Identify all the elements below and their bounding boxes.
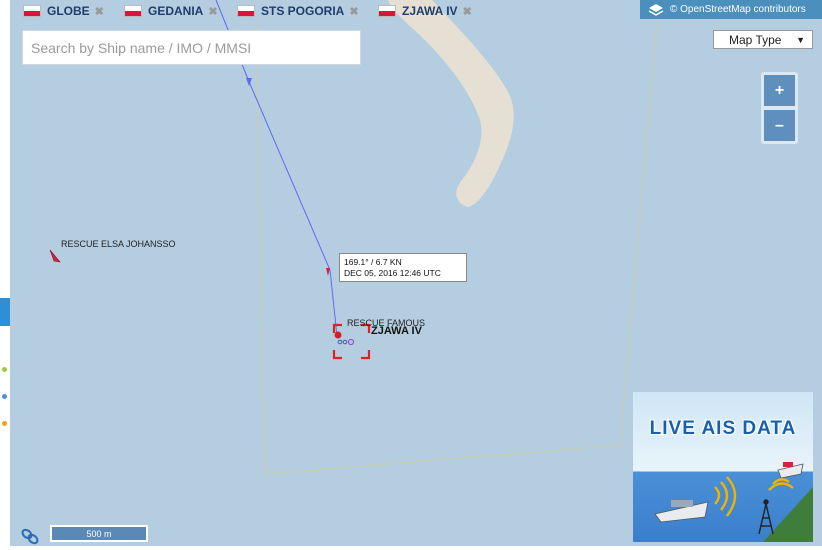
vessel-label-zjawa-iv[interactable]: ZJAWA IV bbox=[371, 325, 422, 337]
tab-label: GLOBE bbox=[47, 4, 90, 18]
track-arrow bbox=[246, 78, 252, 86]
tab-zjawa-iv[interactable]: ZJAWA IV ✖ bbox=[378, 0, 472, 22]
status-dot bbox=[2, 367, 7, 372]
bottom-strip bbox=[0, 546, 822, 550]
status-dot bbox=[2, 394, 7, 399]
poland-flag-icon bbox=[378, 5, 396, 17]
island-land bbox=[388, 0, 514, 207]
status-dot bbox=[2, 421, 7, 426]
tab-label: ZJAWA IV bbox=[402, 4, 458, 18]
tooltip-course-speed: 169.1° / 6.7 KN bbox=[344, 257, 402, 267]
selected-vessel-marker bbox=[334, 331, 342, 339]
tab-sts-pogoria[interactable]: STS POGORIA ✖ bbox=[237, 0, 359, 22]
tab-globe[interactable]: GLOBE ✖ bbox=[23, 0, 104, 22]
advert-illustration bbox=[654, 462, 813, 542]
poland-flag-icon bbox=[124, 5, 142, 17]
live-ais-advert[interactable]: LIVE AIS DATA bbox=[633, 392, 813, 542]
map-type-select[interactable]: Map Type ▼ bbox=[713, 30, 813, 49]
vessel-marker bbox=[49, 249, 61, 263]
vessel-cluster bbox=[337, 338, 355, 346]
link-icon[interactable] bbox=[20, 527, 40, 545]
map-type-label: Map Type bbox=[729, 32, 782, 47]
scale-bar: 500 m bbox=[50, 525, 148, 542]
vessel-label-rescue-elsa[interactable]: RESCUE ELSA JOHANSSO bbox=[61, 239, 176, 249]
vessel-tabs: GLOBE ✖ GEDANIA ✖ STS POGORIA ✖ ZJAWA IV… bbox=[10, 0, 640, 22]
layers-icon[interactable] bbox=[648, 3, 664, 17]
close-icon[interactable]: ✖ bbox=[349, 5, 358, 18]
close-icon[interactable]: ✖ bbox=[95, 5, 104, 18]
zoom-out-button[interactable]: – bbox=[764, 110, 795, 141]
zoom-in-button[interactable]: + bbox=[764, 75, 795, 106]
attribution-bar: © OpenStreetMap contributors bbox=[640, 0, 822, 19]
zoom-control: + – bbox=[761, 72, 798, 144]
track-arrow bbox=[326, 268, 330, 276]
ship-icon bbox=[654, 500, 709, 523]
tooltip-timestamp: DEC 05, 2016 12:46 UTC bbox=[344, 268, 441, 278]
tab-label: STS POGORIA bbox=[261, 4, 345, 18]
chevron-down-icon: ▼ bbox=[796, 35, 805, 45]
ship-search-input[interactable] bbox=[22, 30, 361, 65]
poland-flag-icon bbox=[23, 5, 41, 17]
side-panel-strip bbox=[0, 0, 10, 550]
poland-flag-icon bbox=[237, 5, 255, 17]
close-icon[interactable]: ✖ bbox=[463, 5, 472, 18]
side-panel-toggle[interactable] bbox=[0, 298, 10, 326]
zone-boundary bbox=[255, 21, 658, 475]
tab-gedania[interactable]: GEDANIA ✖ bbox=[124, 0, 218, 22]
antenna-tower-icon bbox=[758, 499, 774, 535]
tab-label: GEDANIA bbox=[148, 4, 204, 18]
ship-icon bbox=[777, 462, 804, 479]
close-icon[interactable]: ✖ bbox=[208, 5, 217, 18]
position-tooltip: 169.1° / 6.7 KN DEC 05, 2016 12:46 UTC bbox=[339, 253, 467, 282]
signal-waves-icon bbox=[714, 476, 794, 517]
attribution-text[interactable]: © OpenStreetMap contributors bbox=[670, 4, 806, 15]
